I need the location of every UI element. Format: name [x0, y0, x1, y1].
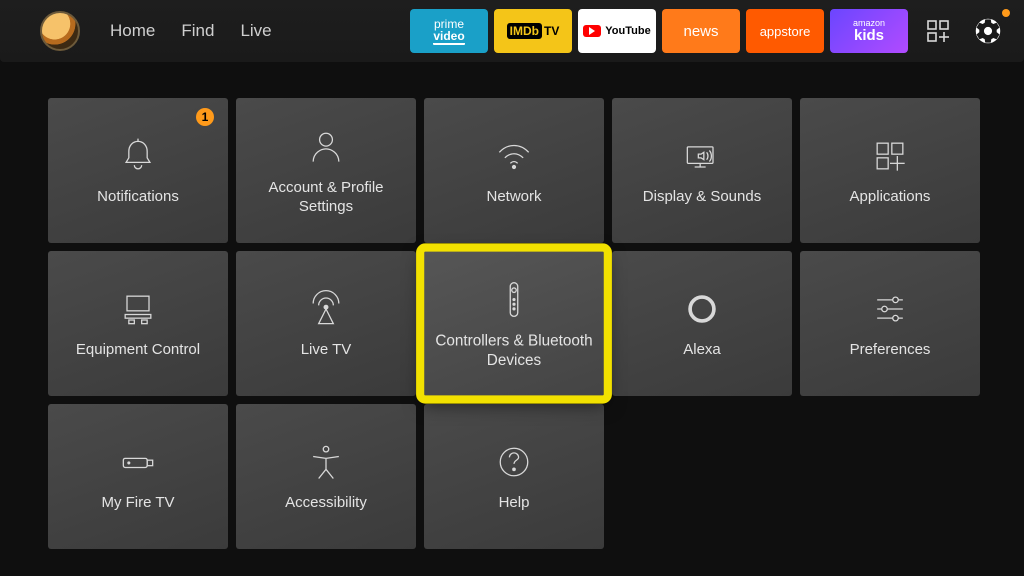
- app-label: video: [433, 30, 464, 45]
- settings-grid: 1 Notifications Account & Profile Settin…: [0, 62, 1024, 549]
- wifi-icon: [492, 134, 536, 178]
- app-news[interactable]: news: [662, 9, 740, 53]
- equipment-icon: [116, 287, 160, 331]
- tile-help[interactable]: Help: [424, 404, 604, 549]
- tile-network[interactable]: Network: [424, 98, 604, 243]
- app-label: IMDbTV: [507, 25, 560, 37]
- tile-label: Applications: [850, 188, 931, 207]
- tile-label: Help: [499, 494, 530, 513]
- app-imdb-tv[interactable]: IMDbTV: [494, 9, 572, 53]
- app-prime-video[interactable]: prime video: [410, 9, 488, 53]
- display-sound-icon: [680, 134, 724, 178]
- notifications-badge: 1: [196, 108, 214, 126]
- tile-accessibility[interactable]: Accessibility: [236, 404, 416, 549]
- app-label: appstore: [760, 24, 811, 39]
- tile-label: Equipment Control: [76, 341, 200, 360]
- tile-label: Network: [486, 188, 541, 207]
- apps-grid-icon: [926, 19, 950, 43]
- profile-avatar[interactable]: [40, 11, 80, 51]
- person-icon: [304, 125, 348, 169]
- nav-find[interactable]: Find: [181, 21, 214, 41]
- app-label: prime: [434, 18, 464, 30]
- tile-label: Notifications: [97, 188, 179, 207]
- nav-home[interactable]: Home: [110, 21, 155, 41]
- app-label: YouTube: [605, 25, 650, 37]
- tile-label: My Fire TV: [101, 494, 174, 513]
- tile-label: Controllers & Bluetooth Devices: [430, 332, 597, 370]
- tile-equipment-control[interactable]: Equipment Control: [48, 251, 228, 396]
- tile-preferences[interactable]: Preferences: [800, 251, 980, 396]
- tile-account-profile[interactable]: Account & Profile Settings: [236, 98, 416, 243]
- settings-button[interactable]: [968, 11, 1008, 51]
- nav-links: Home Find Live: [110, 21, 272, 41]
- alexa-ring-icon: [680, 287, 724, 331]
- antenna-icon: [304, 287, 348, 331]
- app-shortcuts: prime video IMDbTV YouTube news appstore…: [410, 9, 1008, 53]
- gear-icon: [974, 17, 1002, 45]
- tile-notifications[interactable]: 1 Notifications: [48, 98, 228, 243]
- top-nav-bar: Home Find Live prime video IMDbTV YouTub…: [0, 0, 1024, 62]
- tile-display-sounds[interactable]: Display & Sounds: [612, 98, 792, 243]
- settings-notification-dot: [1002, 9, 1010, 17]
- tile-label: Display & Sounds: [643, 188, 761, 207]
- tile-label: Accessibility: [285, 494, 367, 513]
- accessibility-icon: [304, 440, 348, 484]
- apps-icon: [868, 134, 912, 178]
- tile-my-fire-tv[interactable]: My Fire TV: [48, 404, 228, 549]
- remote-icon: [492, 277, 537, 322]
- tile-alexa[interactable]: Alexa: [612, 251, 792, 396]
- app-youtube[interactable]: YouTube: [578, 9, 656, 53]
- nav-live[interactable]: Live: [240, 21, 271, 41]
- app-amazon-kids[interactable]: amazon kids: [830, 9, 908, 53]
- app-label: news: [683, 23, 718, 40]
- tile-label: Alexa: [683, 341, 721, 360]
- tile-controllers-bluetooth[interactable]: Controllers & Bluetooth Devices: [422, 250, 606, 398]
- tile-live-tv[interactable]: Live TV: [236, 251, 416, 396]
- tile-label: Account & Profile Settings: [244, 179, 408, 217]
- app-appstore[interactable]: appstore: [746, 9, 824, 53]
- help-icon: [492, 440, 536, 484]
- tile-applications[interactable]: Applications: [800, 98, 980, 243]
- sliders-icon: [868, 287, 912, 331]
- tile-label: Preferences: [850, 341, 931, 360]
- firetv-stick-icon: [116, 440, 160, 484]
- tile-label: Live TV: [301, 341, 352, 360]
- bell-icon: [116, 134, 160, 178]
- apps-grid-button[interactable]: [918, 11, 958, 51]
- app-label: kids: [854, 28, 884, 43]
- youtube-play-icon: [583, 25, 601, 37]
